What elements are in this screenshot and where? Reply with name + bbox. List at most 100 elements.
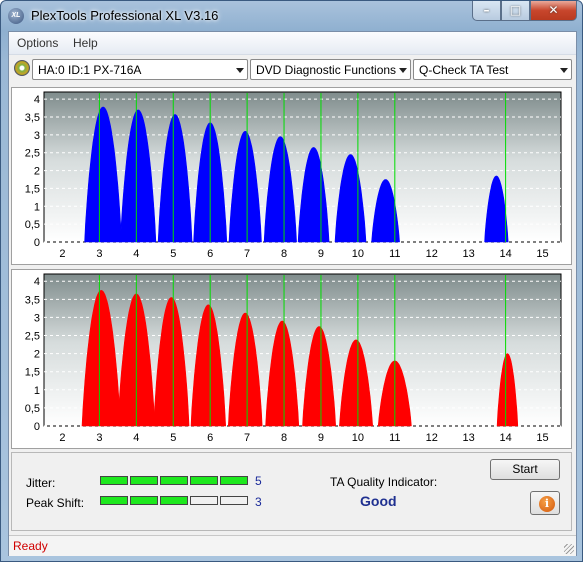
disc-drive-icon: [14, 60, 30, 76]
toolbar: HA:0 ID:1 PX-716A DVD Diagnostic Functio…: [9, 55, 576, 83]
function-select[interactable]: DVD Diagnostic Functions: [250, 59, 411, 80]
function-select-value: DVD Diagnostic Functions: [256, 63, 397, 77]
x-tick-label: 15: [536, 248, 548, 260]
x-tick-label: 8: [281, 248, 287, 260]
peak-shift-meter-segment: [220, 496, 248, 505]
jitter-meter-segment: [220, 476, 248, 485]
x-tick-label: 5: [170, 432, 176, 444]
x-tick-label: 9: [318, 432, 324, 444]
x-tick-label: 4: [133, 432, 139, 444]
y-tick-label: 0,5: [25, 403, 40, 415]
window-title: PlexTools Professional XL V3.16: [31, 8, 219, 23]
y-tick-label: 0,5: [25, 219, 40, 231]
y-tick-label: 1: [34, 201, 40, 213]
x-tick-label: 12: [426, 432, 438, 444]
jitter-meter-segment: [190, 476, 218, 485]
y-tick-label: 3,5: [25, 112, 40, 124]
start-button[interactable]: Start: [490, 459, 560, 480]
peak-shift-meter-segment: [190, 496, 218, 505]
x-tick-label: 10: [352, 432, 364, 444]
x-tick-label: 13: [463, 248, 475, 260]
peak-shift-meter: [100, 496, 248, 505]
x-tick-label: 14: [499, 248, 511, 260]
caption-buttons: – □ ✕: [472, 1, 577, 21]
jitter-value: 5: [255, 474, 262, 488]
jitter-meter-segment: [130, 476, 158, 485]
y-tick-label: 2: [34, 349, 40, 361]
peak-shift-meter-segment: [130, 496, 158, 505]
x-tick-label: 6: [207, 432, 213, 444]
y-tick-label: 1,5: [25, 367, 40, 379]
menu-bar: Options Help: [9, 32, 576, 55]
y-tick-label: 2,5: [25, 331, 40, 343]
maximize-button[interactable]: □: [501, 1, 530, 21]
jitter-meter-segment: [100, 476, 128, 485]
chevron-down-icon: [399, 68, 407, 73]
drive-select[interactable]: HA:0 ID:1 PX-716A: [32, 59, 248, 80]
test-select[interactable]: Q-Check TA Test: [413, 59, 572, 80]
pit-jitter-chart: 0 0,5 1 1,5 2 2,5 3 3,5 4 2 3 4 5 6 7 8 9 10 11 12 13 14 15: [25, 273, 562, 444]
y-tick-label: 2,5: [25, 148, 40, 160]
x-tick-label: 2: [59, 248, 65, 260]
x-tick-label: 4: [133, 248, 139, 260]
minimize-icon: –: [483, 3, 490, 17]
app-window: XL PlexTools Professional XL V3.16 – □ ✕…: [0, 0, 583, 562]
jitter-meter: [100, 476, 248, 485]
x-tick-label: 3: [96, 432, 102, 444]
x-tick-label: 7: [244, 248, 250, 260]
test-select-value: Q-Check TA Test: [419, 63, 509, 77]
peak-shift-label: Peak Shift:: [26, 496, 85, 510]
drive-select-value: HA:0 ID:1 PX-716A: [38, 63, 142, 77]
x-tick-label: 11: [389, 248, 400, 260]
x-tick-label: 11: [389, 432, 400, 444]
ta-quality-label: TA Quality Indicator:: [330, 475, 438, 489]
x-tick-label: 8: [281, 432, 287, 444]
pit-chart-panel: 0 0,5 1 1,5 2 2,5 3 3,5 4 2 3 4 5 6 7 8 9 10 11 12 13 14 15: [11, 269, 572, 449]
y-tick-label: 1: [34, 385, 40, 397]
close-icon: ✕: [548, 3, 559, 17]
x-tick-label: 3: [96, 248, 102, 260]
status-bar: Ready: [9, 535, 576, 556]
jitter-meter-segment: [160, 476, 188, 485]
land-chart-panel: 0 0,5 1 1,5 2 2,5 3 3,5 4 2 3 4 5 6 7 8 9 10 11 12 13 14 15: [11, 87, 572, 265]
y-tick-label: 0: [34, 421, 40, 433]
x-tick-label: 5: [170, 248, 176, 260]
peak-shift-value: 3: [255, 495, 262, 509]
y-tick-label: 4: [34, 94, 40, 106]
y-tick-label: 3,5: [25, 294, 40, 306]
x-tick-label: 7: [244, 432, 250, 444]
x-tick-label: 13: [463, 432, 475, 444]
menu-options[interactable]: Options: [17, 36, 58, 50]
y-tick-label: 1,5: [25, 183, 40, 195]
land-jitter-chart: 0 0,5 1 1,5 2 2,5 3 3,5 4 2 3 4 5 6 7 8 9 10 11 12 13 14 15: [25, 91, 562, 260]
peak-shift-meter-segment: [160, 496, 188, 505]
info-icon: i: [539, 496, 555, 512]
x-tick-label: 15: [536, 432, 548, 444]
y-tick-label: 2: [34, 166, 40, 178]
x-tick-label: 14: [499, 432, 511, 444]
y-tick-label: 0: [34, 237, 40, 249]
menu-help[interactable]: Help: [73, 36, 98, 50]
y-tick-label: 3: [34, 130, 40, 142]
x-tick-label: 10: [352, 248, 364, 260]
x-tick-label: 9: [318, 248, 324, 260]
jitter-label: Jitter:: [26, 476, 56, 490]
maximize-icon: □: [509, 3, 522, 17]
peak-shift-meter-segment: [100, 496, 128, 505]
info-button[interactable]: i: [530, 491, 560, 515]
y-tick-label: 4: [34, 276, 40, 288]
ta-quality-value: Good: [360, 493, 397, 509]
client-area: Options Help HA:0 ID:1 PX-716A DVD Diagn…: [8, 31, 577, 556]
y-tick-label: 3: [34, 312, 40, 324]
x-tick-label: 12: [426, 248, 438, 260]
close-button[interactable]: ✕: [530, 1, 577, 21]
title-bar[interactable]: XL PlexTools Professional XL V3.16 – □ ✕: [1, 1, 582, 31]
x-tick-label: 2: [59, 432, 65, 444]
resize-grip-icon[interactable]: [564, 544, 574, 554]
chevron-down-icon: [236, 68, 244, 73]
x-tick-label: 6: [207, 248, 213, 260]
plextools-logo-icon: XL: [8, 8, 24, 24]
chevron-down-icon: [560, 68, 568, 73]
minimize-button[interactable]: –: [472, 1, 501, 21]
results-panel: Jitter: 5 Peak Shift: 3 TA Quality Indic…: [11, 452, 572, 531]
